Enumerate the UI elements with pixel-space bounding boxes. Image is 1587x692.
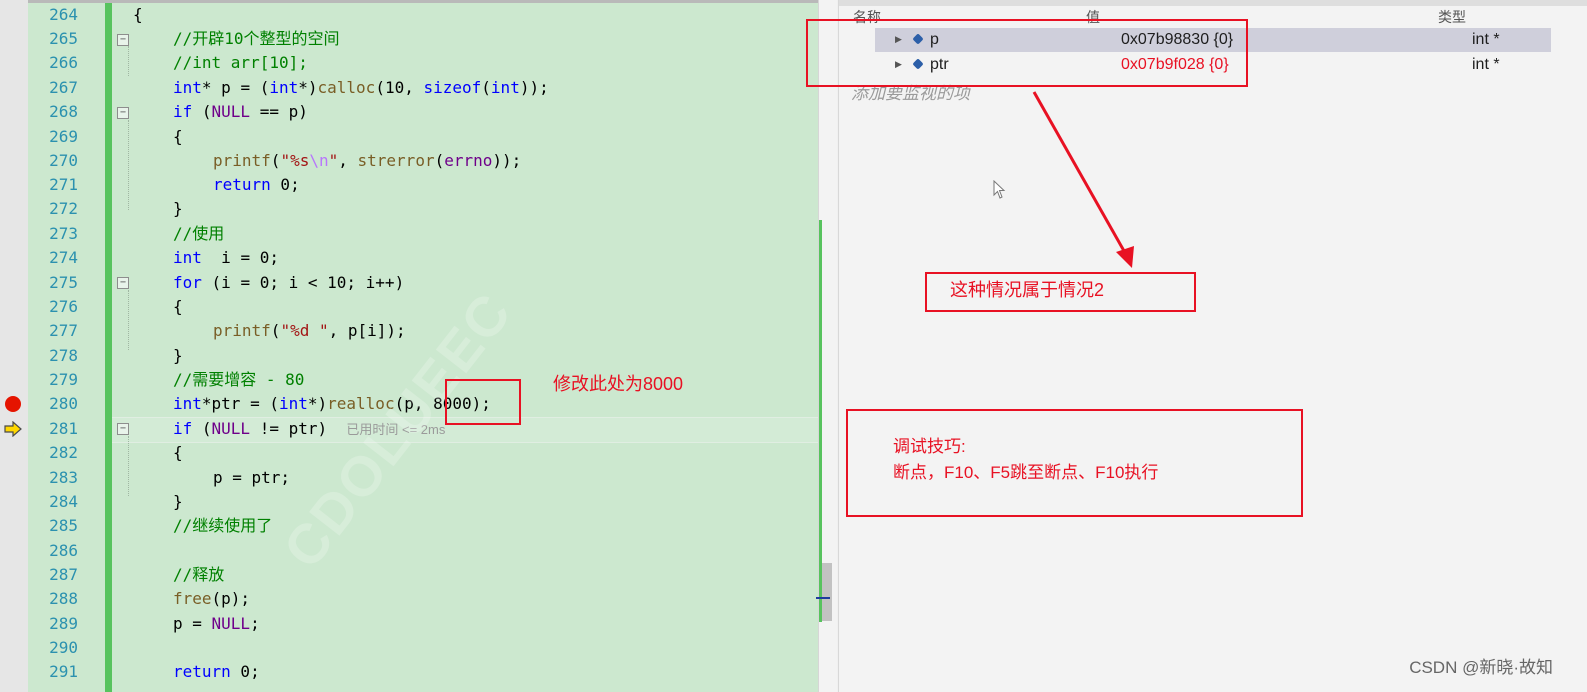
line-number: 288: [49, 589, 78, 608]
tips-body: 断点，F10、F5跳至断点、F10执行: [893, 463, 1159, 482]
scrollbar-caret-marker: [816, 597, 830, 599]
annotation-case: 这种情况属于情况2: [950, 280, 1105, 300]
line-number: 280: [49, 394, 78, 413]
code-line-285[interactable]: //继续使用了: [173, 514, 272, 538]
line-number: 266: [49, 53, 78, 72]
column-header-type[interactable]: 类型: [1438, 7, 1466, 27]
line-number: 285: [49, 516, 78, 535]
scrollbar-thumb[interactable]: [822, 563, 832, 621]
code-line-283[interactable]: p = ptr;: [213, 466, 290, 490]
annotation-arrow: [1032, 91, 1134, 268]
fold-guide: [128, 120, 130, 210]
line-number: 283: [49, 468, 78, 487]
code-line-271[interactable]: return 0;: [213, 173, 300, 197]
line-number: 278: [49, 346, 78, 365]
watch-type: int *: [1472, 56, 1500, 73]
code-line-284[interactable]: }: [173, 490, 183, 514]
line-number: 268: [49, 102, 78, 121]
line-number: 287: [49, 565, 78, 584]
watch-window[interactable]: 名称 值 类型 ▶ p 0x07b98830 {0} int * ▶ ptr 0…: [838, 0, 1587, 692]
line-number: 267: [49, 78, 78, 97]
line-number: 270: [49, 151, 78, 170]
code-line-269[interactable]: {: [173, 125, 183, 149]
credit-watermark: CSDN @新晓·故知: [1409, 658, 1553, 677]
code-line-274[interactable]: int i = 0;: [173, 246, 279, 270]
fold-guide: [128, 290, 130, 350]
fold-toggle-icon[interactable]: −: [117, 34, 129, 46]
code-line-265[interactable]: //开辟10个整型的空间: [173, 27, 340, 51]
line-number: 289: [49, 614, 78, 633]
code-line-282[interactable]: {: [173, 441, 183, 465]
code-line-287[interactable]: //释放: [173, 563, 224, 587]
execution-arrow-icon: [4, 421, 22, 437]
line-number: 291: [49, 662, 78, 681]
scrollbar-change-marker: [819, 220, 822, 622]
line-number: 273: [49, 224, 78, 243]
annotation-modify: 修改此处为8000: [553, 374, 684, 394]
code-line-268[interactable]: if (NULL == p): [173, 100, 308, 124]
fold-toggle-icon[interactable]: −: [117, 277, 129, 289]
code-line-288[interactable]: free(p);: [173, 587, 250, 611]
line-number: 274: [49, 248, 78, 267]
watch-type: int *: [1472, 31, 1500, 48]
code-line-270[interactable]: printf("%s\n", strerror(errno));: [213, 149, 521, 173]
code-line-275[interactable]: for (i = 0; i < 10; i++): [173, 271, 404, 295]
code-line-291[interactable]: return 0;: [173, 660, 260, 684]
mouse-cursor-icon: [993, 180, 1006, 199]
fold-toggle-icon[interactable]: −: [117, 423, 129, 435]
line-number: 277: [49, 321, 78, 340]
code-line-277[interactable]: printf("%d ", p[i]);: [213, 319, 406, 343]
line-number: 282: [49, 443, 78, 462]
fold-guide: [128, 46, 130, 76]
code-line-272[interactable]: }: [173, 197, 183, 221]
highlight-box-watch: [806, 19, 1248, 87]
code-line-266[interactable]: //int arr[10];: [173, 51, 308, 75]
change-tracking-bar: [105, 0, 112, 692]
highlight-box-8000: [445, 379, 521, 425]
code-line-267[interactable]: int* p = (int*)calloc(10, sizeof(int));: [173, 76, 549, 100]
code-line-279[interactable]: //需要增容 - 80: [173, 368, 304, 392]
line-number: 276: [49, 297, 78, 316]
code-editor[interactable]: 264 265 266 267 268 269 270 271 272 273 274 275 276 2…: [0, 0, 838, 692]
watch-toolbar: [839, 0, 1587, 6]
line-number: 284: [49, 492, 78, 511]
breakpoint-icon[interactable]: [5, 396, 21, 412]
fold-guide: [128, 436, 130, 496]
tips-title: 调试技巧:: [893, 437, 966, 456]
line-number: 279: [49, 370, 78, 389]
line-number: 290: [49, 638, 78, 657]
line-number: 286: [49, 541, 78, 560]
line-number: 271: [49, 175, 78, 194]
code-line-289[interactable]: p = NULL;: [173, 612, 260, 636]
line-number: 275: [49, 273, 78, 292]
line-number: 269: [49, 127, 78, 146]
code-line-276[interactable]: {: [173, 295, 183, 319]
indicator-margin[interactable]: [0, 0, 28, 692]
code-line-273[interactable]: //使用: [173, 222, 224, 246]
code-line-278[interactable]: }: [173, 344, 183, 368]
line-number: 272: [49, 199, 78, 218]
fold-toggle-icon[interactable]: −: [117, 107, 129, 119]
code-line-264[interactable]: {: [133, 3, 143, 27]
editor-top-strip: [28, 0, 818, 3]
line-number: 281: [49, 419, 78, 438]
vertical-scrollbar[interactable]: [816, 0, 837, 692]
line-number: 264: [49, 5, 78, 24]
line-number: 265: [49, 29, 78, 48]
